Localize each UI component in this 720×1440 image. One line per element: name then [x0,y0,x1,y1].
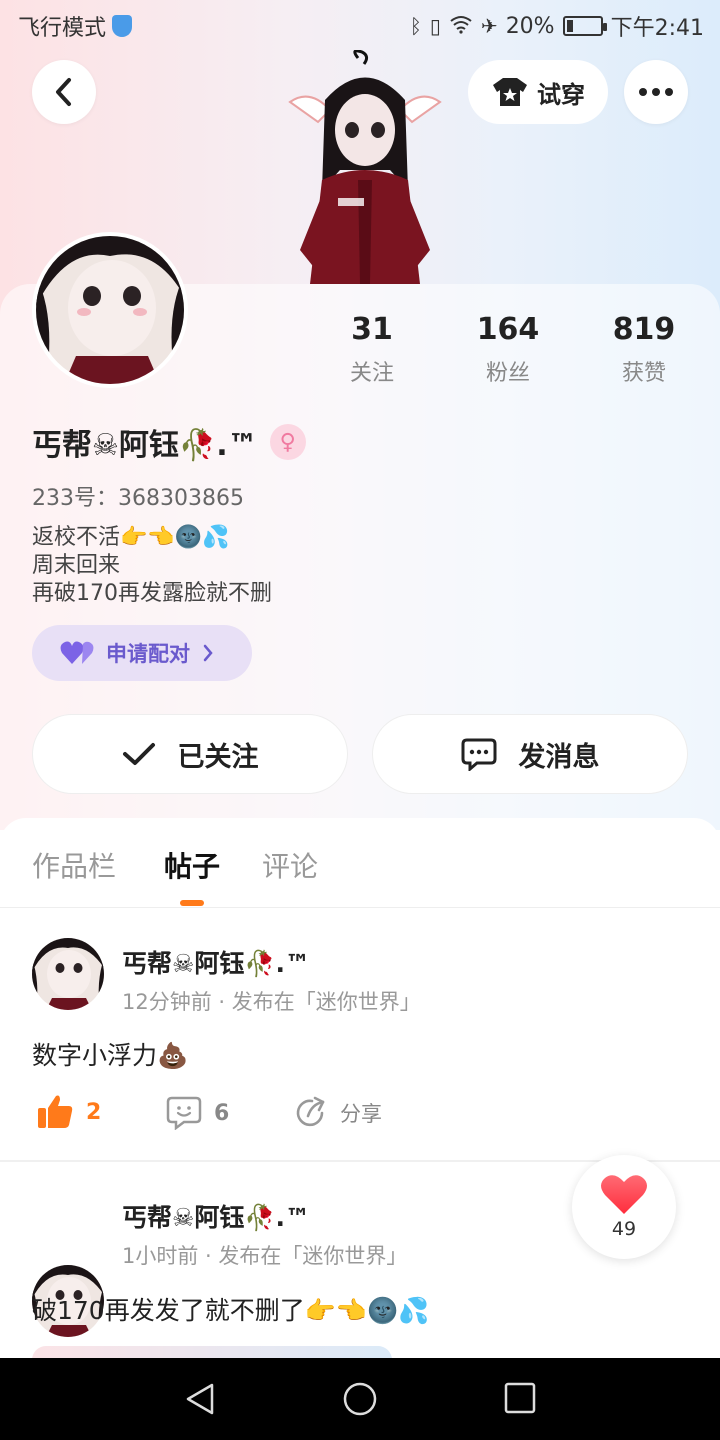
followed-button[interactable]: 已关注 [32,714,348,794]
battery-percent: 20% [505,13,555,39]
tab-posts[interactable]: 帖子 [164,845,220,885]
profile-name: 丐帮☠阿钰🥀.™ [32,428,258,463]
bluetooth-icon: ᛒ [409,14,422,38]
nav-recents-icon[interactable] [504,1382,536,1414]
tshirt-icon [493,78,527,106]
profile-bio: 返校不活👉👈🌚💦 周末回来 再破170再发露脸就不删 [32,524,272,608]
send-message-label: 发消息 [518,741,600,773]
try-on-label: 试穿 [537,80,585,109]
tab-comments[interactable]: 评论 [262,845,318,885]
system-navigation-bar [0,1358,720,1440]
battery-fill [566,20,573,32]
post-author-name[interactable]: 丐帮☠阿钰🥀.™ [122,1198,310,1234]
heart-icon [601,1175,647,1214]
post-share-button[interactable]: 分享 [294,1096,382,1130]
floating-like-count: 49 [611,1218,637,1240]
checkmark-icon [122,743,155,765]
stat-value: 31 [351,312,393,347]
post-share-label: 分享 [340,1102,382,1126]
bio-line: 再破170再发露脸就不删 [32,581,272,606]
tab-works[interactable]: 作品栏 [32,845,116,885]
stat-value: 164 [476,312,540,347]
nav-back-icon[interactable] [184,1382,216,1416]
thumbs-up-icon [38,1095,73,1128]
post-text[interactable]: 数字小浮力💩 [32,1036,188,1072]
user-id: 233号：368303865 [32,486,244,511]
chevron-left-icon [56,78,71,106]
post-meta: 1小时前 · 发布在「迷你世界」 [122,1244,408,1268]
nav-home-icon[interactable] [342,1381,378,1417]
airplane-icon: ✈ [480,14,498,38]
hearts-icon [60,641,94,664]
battery-icon [562,16,607,36]
post-comment-count: 6 [214,1100,230,1126]
stat-likes[interactable]: 819 获赞 [584,312,704,387]
followed-label: 已关注 [177,741,259,773]
bio-line: 周末回来 [32,553,121,578]
post-author-name[interactable]: 丐帮☠阿钰🥀.™ [122,944,310,980]
vibrate-icon: ▯ [429,14,441,38]
back-button[interactable] [32,60,96,124]
send-message-button[interactable]: 发消息 [372,714,688,794]
bio-line: 返校不活👉👈🌚💦 [32,525,230,550]
avatar-character-figure [280,49,450,284]
more-dots-icon [639,88,673,96]
post-text[interactable]: 破170再发发了就不删了👉👈🌚💦 [32,1291,429,1327]
stat-followers[interactable]: 164 粉丝 [448,312,568,387]
post-meta: 12分钟前 · 发布在「迷你世界」 [122,990,421,1014]
stat-label: 粉丝 [485,361,530,386]
shield-icon [112,15,133,37]
post-like-button[interactable]: 2 [36,1094,101,1130]
chevron-right-icon [203,644,213,662]
try-on-button[interactable]: 试穿 [468,60,608,124]
chat-bubble-icon [461,738,496,771]
profile-avatar[interactable] [32,232,188,388]
airplane-mode-label: 飞行模式 [18,16,107,41]
post-comment-button[interactable]: 6 [166,1096,229,1130]
active-tab-indicator [180,900,204,906]
stat-label: 关注 [349,361,394,386]
stat-following[interactable]: 31 关注 [312,312,432,387]
profile-name-row: 丐帮☠阿钰🥀.™ ♀ [32,420,306,464]
floating-like-button[interactable]: 49 [572,1155,676,1259]
post-like-count: 2 [86,1099,102,1125]
apply-match-label: 申请配对 [106,642,190,666]
stat-label: 获赞 [621,361,666,386]
female-gender-icon: ♀ [269,424,306,460]
status-bar: 飞行模式 ᛒ ▯ ✈ 20% 下午2:41 [0,0,720,50]
apply-match-button[interactable]: 申请配对 [32,625,252,681]
share-icon [296,1096,325,1127]
more-options-button[interactable] [624,60,688,124]
clock: 下午2:41 [610,16,704,41]
stat-value: 819 [612,312,676,347]
post-author-avatar[interactable] [32,938,104,1010]
wifi-icon [449,14,473,39]
comment-icon [166,1096,202,1130]
